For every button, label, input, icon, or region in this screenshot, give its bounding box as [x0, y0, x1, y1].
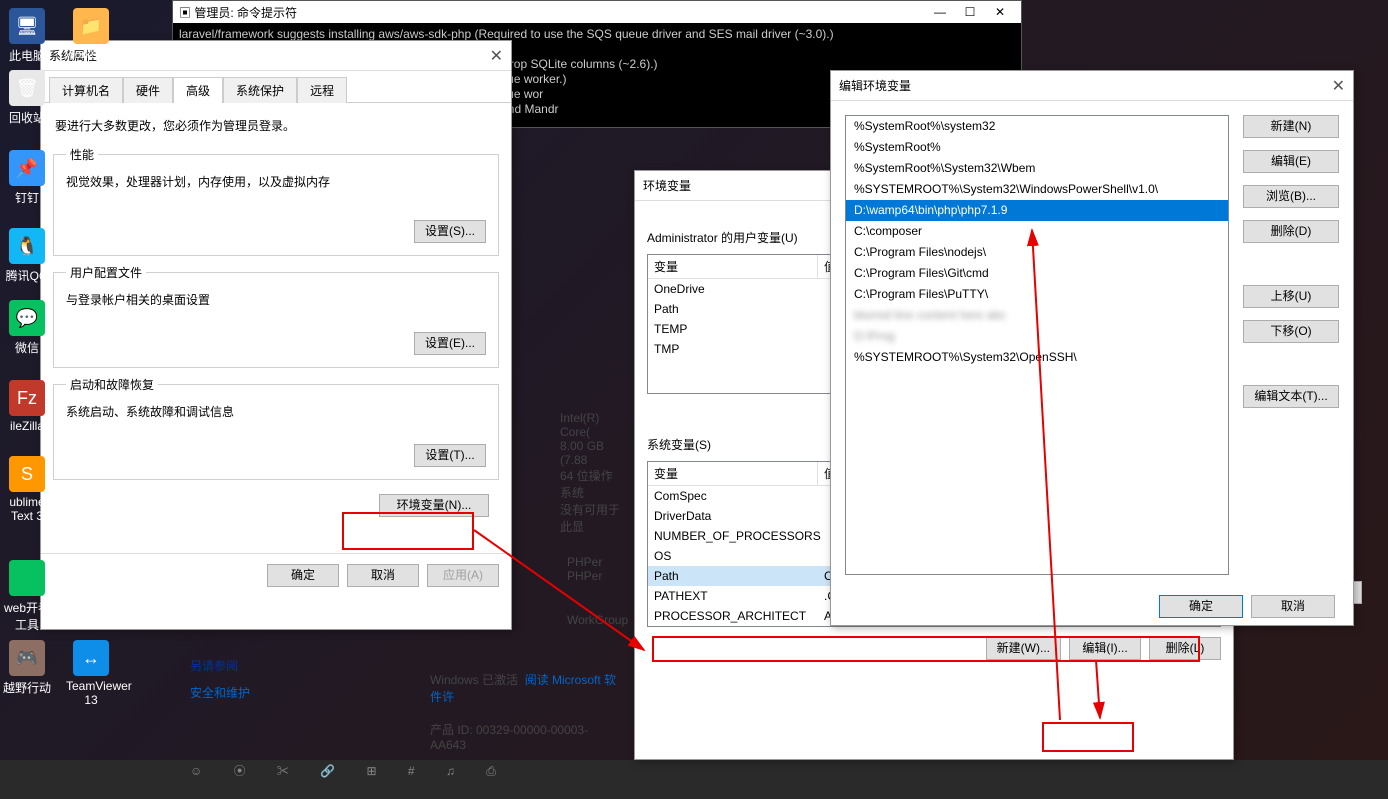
editenv-cancel-button[interactable]: 取消	[1251, 595, 1335, 618]
close-icon: ✕	[985, 5, 1015, 19]
desktop-icon[interactable]: 🎮越野行动	[2, 640, 52, 696]
startup-group: 启动和故障恢复 系统启动、系统故障和调试信息 设置(T)...	[53, 376, 499, 480]
close-icon[interactable]: ✕	[490, 46, 503, 66]
apply-button[interactable]: 应用(A)	[427, 564, 499, 587]
col-var2: 变量	[648, 462, 818, 485]
prof-settings-button[interactable]: 设置(E)...	[414, 332, 486, 355]
tab-远程[interactable]: 远程	[297, 77, 347, 103]
desktop-icon[interactable]: ↔TeamViewer 13	[66, 640, 116, 707]
path-item[interactable]: %SystemRoot%	[846, 137, 1228, 158]
path-down-button[interactable]: 下移(O)	[1243, 320, 1339, 343]
sys-new-button[interactable]: 新建(W)...	[986, 637, 1061, 660]
path-item[interactable]: %SYSTEMROOT%\System32\WindowsPowerShell\…	[846, 179, 1228, 200]
desktop-icon[interactable]: web开者工具	[2, 560, 52, 633]
path-item[interactable]: C:\Program Files\PuTTY\	[846, 284, 1228, 305]
prof-legend: 用户配置文件	[66, 264, 146, 281]
start-settings-button[interactable]: 设置(T)...	[414, 444, 486, 467]
path-list[interactable]: %SystemRoot%\system32%SystemRoot%%System…	[845, 115, 1229, 575]
sys-noavail: 没有可用于此显	[560, 501, 620, 535]
sys-cpu: Intel(R) Core(	[560, 411, 620, 439]
window-controls[interactable]: —☐✕	[925, 5, 1015, 19]
maximize-icon: ☐	[955, 5, 985, 19]
perf-legend: 性能	[66, 146, 98, 163]
sys-edit-button[interactable]: 编辑(I)...	[1069, 637, 1141, 660]
prof-desc: 与登录帐户相关的桌面设置	[66, 291, 486, 308]
sys-os: 64 位操作系统	[560, 467, 620, 501]
desktop-icon[interactable]: 🗑回收站	[2, 70, 52, 126]
desktop-icon[interactable]: FzileZilla	[2, 380, 52, 433]
envvars-title: 环境变量	[643, 177, 691, 194]
path-edit-button[interactable]: 编辑(E)	[1243, 150, 1339, 173]
desktop-icon[interactable]: 💬微信	[2, 300, 52, 356]
sys-phper2: PHPer	[567, 569, 620, 583]
env-vars-button[interactable]: 环境变量(N)...	[379, 494, 489, 517]
sys-ram: 8.00 GB (7.88	[560, 439, 620, 467]
tab-系统保护[interactable]: 系统保护	[223, 77, 297, 103]
minimize-icon: —	[925, 5, 955, 19]
path-edittext-button[interactable]: 编辑文本(T)...	[1243, 385, 1339, 408]
path-browse-button[interactable]: 浏览(B)...	[1243, 185, 1339, 208]
path-item[interactable]: %SystemRoot%\System32\Wbem	[846, 158, 1228, 179]
path-item[interactable]: C:\Program Files\nodejs\	[846, 242, 1228, 263]
product-id: 产品 ID: 00329-00000-00003-AA643	[430, 721, 620, 752]
path-item[interactable]: D:\Prog	[846, 326, 1228, 347]
sysprops-tabs[interactable]: 计算机名硬件高级系统保护远程	[41, 71, 511, 103]
desktop-icon[interactable]: Sublime Text 3	[2, 456, 52, 523]
path-item[interactable]: %SystemRoot%\system32	[846, 116, 1228, 137]
desktop-icon[interactable]: 📁workspace	[66, 8, 116, 61]
tab-高级[interactable]: 高级	[173, 77, 223, 103]
desktop-icon[interactable]: 🖥此电脑	[2, 8, 52, 64]
cmd-title: 管理员: 命令提示符	[194, 6, 297, 20]
edit-env-dialog: 编辑环境变量 ✕ %SystemRoot%\system32%SystemRoo…	[830, 70, 1354, 626]
path-item[interactable]: blurred line content here abc	[846, 305, 1228, 326]
editenv-titlebar[interactable]: 编辑环境变量 ✕	[831, 71, 1353, 101]
cmd-titlebar[interactable]: ▣ 管理员: 命令提示符 —☐✕	[173, 1, 1021, 23]
perf-desc: 视觉效果，处理器计划，内存使用，以及虚拟内存	[66, 173, 486, 190]
path-item[interactable]: D:\wamp64\bin\php\php7.1.9	[846, 200, 1228, 221]
path-new-button[interactable]: 新建(N)	[1243, 115, 1339, 138]
path-delete-button[interactable]: 删除(D)	[1243, 220, 1339, 243]
col-var: 变量	[648, 255, 818, 278]
perf-settings-button[interactable]: 设置(S)...	[414, 220, 486, 243]
userprofile-group: 用户配置文件 与登录帐户相关的桌面设置 设置(E)...	[53, 264, 499, 368]
desktop-icon[interactable]: 📌钉钉	[2, 150, 52, 206]
path-item[interactable]: C:\composer	[846, 221, 1228, 242]
ok-button[interactable]: 确定	[267, 564, 339, 587]
tab-硬件[interactable]: 硬件	[123, 77, 173, 103]
editor-toolbar[interactable]: ☺ ⦿ ✂ 🔗 ⊞ # ♫ ⎙	[190, 762, 620, 779]
start-legend: 启动和故障恢复	[66, 376, 158, 393]
path-item[interactable]: C:\Program Files\Git\cmd	[846, 263, 1228, 284]
performance-group: 性能 视觉效果，处理器计划，内存使用，以及虚拟内存 设置(S)...	[53, 146, 499, 256]
path-up-button[interactable]: 上移(U)	[1243, 285, 1339, 308]
close-icon[interactable]: ✕	[1332, 76, 1345, 96]
cmd-icon: ▣	[179, 6, 191, 20]
admin-note: 要进行大多数更改，您必须作为管理员登录。	[41, 103, 511, 138]
system-properties-dialog: 系统属性 ✕ 计算机名硬件高级系统保护远程 要进行大多数更改，您必须作为管理员登…	[40, 40, 512, 630]
sys-phper: PHPer	[567, 555, 620, 569]
path-item[interactable]: %SYSTEMROOT%\System32\OpenSSH\	[846, 347, 1228, 368]
desktop-icon[interactable]: 🐧腾讯QQ	[2, 228, 52, 284]
sys-delete-button[interactable]: 删除(L)	[1149, 637, 1221, 660]
win-activated: Windows 已激活	[430, 673, 518, 687]
start-desc: 系统启动、系统故障和调试信息	[66, 403, 486, 420]
cancel-button[interactable]: 取消	[347, 564, 419, 587]
editenv-ok-button[interactable]: 确定	[1159, 595, 1243, 618]
tab-计算机名[interactable]: 计算机名	[49, 77, 123, 103]
editenv-title: 编辑环境变量	[839, 77, 911, 94]
sys-workgroup: WorkGroup	[567, 613, 620, 627]
